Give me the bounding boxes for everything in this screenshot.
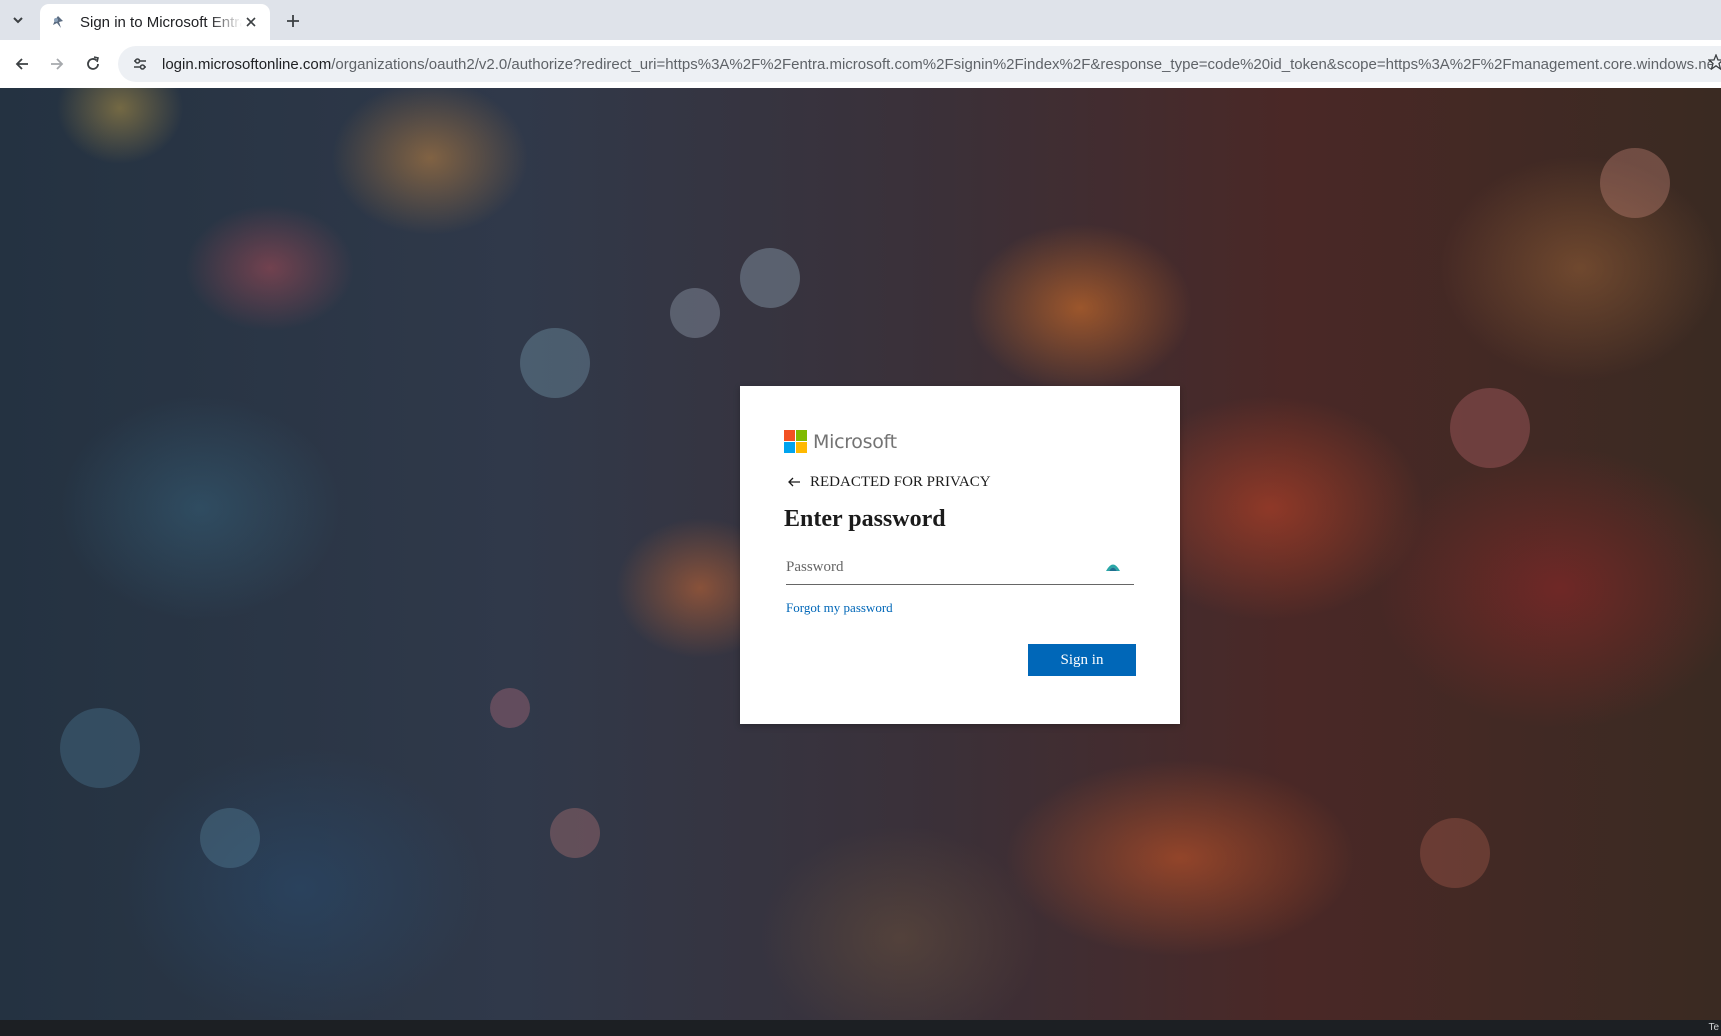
signin-card: Microsoft REDACTED FOR PRIVACY Enter pas… — [740, 386, 1180, 724]
close-icon — [246, 17, 256, 27]
bokeh-light — [520, 328, 590, 398]
bokeh-light — [740, 248, 800, 308]
bokeh-light — [1450, 388, 1530, 468]
bokeh-light — [1600, 148, 1670, 218]
tab-title: Sign in to Microsoft Entra — [80, 13, 242, 31]
tune-icon — [134, 58, 146, 70]
identity-back-link[interactable]: REDACTED FOR PRIVACY — [784, 472, 991, 492]
browser-toolbar: login.microsoftonline.com/organizations/… — [0, 40, 1721, 89]
bokeh-light — [490, 688, 530, 728]
microsoft-logo: Microsoft — [784, 430, 897, 453]
arrow-left-icon — [15, 58, 28, 70]
bokeh-light — [60, 708, 140, 788]
url-path: /organizations/oauth2/v2.0/authorize?red… — [331, 55, 1712, 73]
forgot-password-link[interactable]: Forgot my password — [786, 600, 893, 616]
sign-in-button[interactable]: Sign in — [1028, 644, 1136, 676]
url-text[interactable]: login.microsoftonline.com/organizations/… — [162, 56, 1712, 73]
password-manager-icon[interactable] — [1102, 556, 1124, 578]
site-info-button[interactable] — [128, 52, 152, 76]
bokeh-light — [670, 288, 720, 338]
taskbar-text: Te — [1708, 1022, 1719, 1033]
star-icon — [1707, 53, 1721, 71]
forward-button[interactable] — [42, 49, 72, 79]
address-bar[interactable]: login.microsoftonline.com/organizations/… — [118, 46, 1721, 82]
active-tab[interactable]: Sign in to Microsoft Entra — [40, 4, 270, 40]
url-host: login.microsoftonline.com — [162, 55, 332, 73]
chevron-down-icon — [13, 17, 23, 24]
identity-text: REDACTED FOR PRIVACY — [810, 473, 991, 490]
reload-button[interactable] — [78, 49, 108, 79]
tab-search-button[interactable] — [4, 7, 32, 33]
reload-icon — [87, 56, 99, 70]
password-field-container — [786, 550, 1134, 585]
new-tab-button[interactable] — [280, 8, 306, 34]
tab-favicon-icon — [50, 13, 68, 31]
tab-strip: Sign in to Microsoft Entra — [0, 0, 1721, 41]
back-button[interactable] — [7, 49, 37, 79]
page-title: Enter password — [784, 506, 946, 532]
plus-icon — [287, 15, 299, 27]
bokeh-light — [1420, 818, 1490, 888]
password-input[interactable] — [786, 552, 1086, 582]
bokeh-light — [550, 808, 600, 858]
bookmark-button[interactable] — [1707, 53, 1721, 75]
taskbar: Te — [0, 1020, 1721, 1036]
tab-close-button[interactable] — [242, 13, 260, 31]
microsoft-logo-icon — [784, 430, 807, 453]
microsoft-wordmark: Microsoft — [813, 430, 897, 453]
arrow-left-icon — [784, 472, 804, 492]
arrow-right-icon — [51, 58, 64, 70]
bokeh-light — [200, 808, 260, 868]
